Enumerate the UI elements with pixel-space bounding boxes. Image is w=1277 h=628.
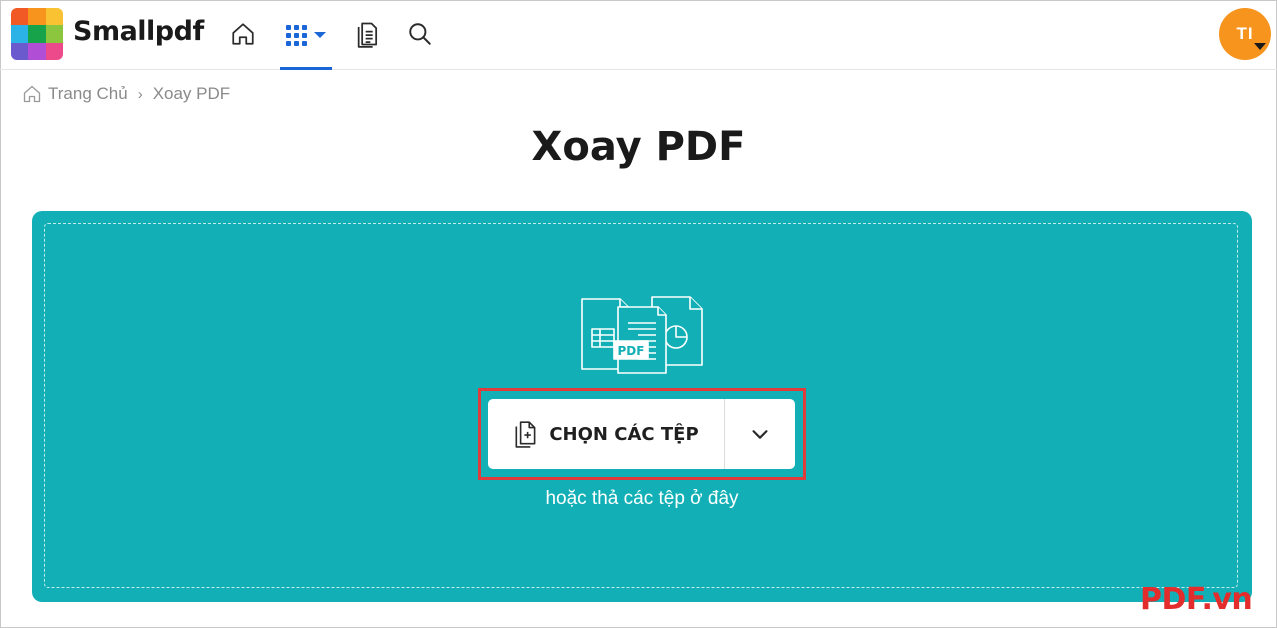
search-icon: [409, 23, 431, 45]
breadcrumb: Trang Chủ › Xoay PDF: [22, 84, 230, 104]
choose-files-button-group: CHỌN CÁC TỆP: [488, 399, 795, 469]
page-title: Xoay PDF: [531, 124, 746, 170]
choose-files-label: CHỌN CÁC TỆP: [549, 423, 699, 445]
nav-apps-button[interactable]: [280, 0, 332, 70]
choose-source-dropdown-button[interactable]: [725, 399, 795, 469]
files-illustration-icon: PDF: [581, 296, 703, 374]
choose-files-button[interactable]: CHỌN CÁC TỆP: [488, 399, 725, 469]
document-icon: [357, 22, 378, 48]
nav-search-button[interactable]: [404, 18, 436, 50]
file-drop-zone[interactable]: PDF CHỌN CÁC TỆP hoặc thả các tệp ở đây: [32, 211, 1252, 602]
grid-icon: [286, 25, 326, 46]
drop-hint-text: hoặc thả các tệp ở đây: [545, 488, 739, 509]
home-icon: [22, 84, 42, 104]
brand-name[interactable]: Smallpdf: [73, 16, 204, 47]
watermark-logo: PDF.vn: [1140, 582, 1253, 617]
user-avatar[interactable]: TI: [1219, 8, 1271, 60]
breadcrumb-current: Xoay PDF: [152, 84, 231, 103]
breadcrumb-separator: ›: [137, 85, 143, 103]
breadcrumb-home-link[interactable]: Trang Chủ: [48, 84, 128, 104]
home-icon: [232, 23, 254, 45]
smallpdf-logo[interactable]: [11, 8, 63, 60]
nav-home-button[interactable]: [227, 18, 259, 50]
active-tab-underline: [280, 67, 332, 70]
chevron-down-icon[interactable]: [1254, 43, 1266, 50]
nav-documents-button[interactable]: [352, 18, 384, 50]
add-file-icon: [515, 421, 536, 448]
chevron-down-icon: [752, 430, 768, 439]
pdf-illustration-label: PDF: [618, 344, 645, 358]
top-header: Smallpdf TI: [0, 0, 1277, 70]
